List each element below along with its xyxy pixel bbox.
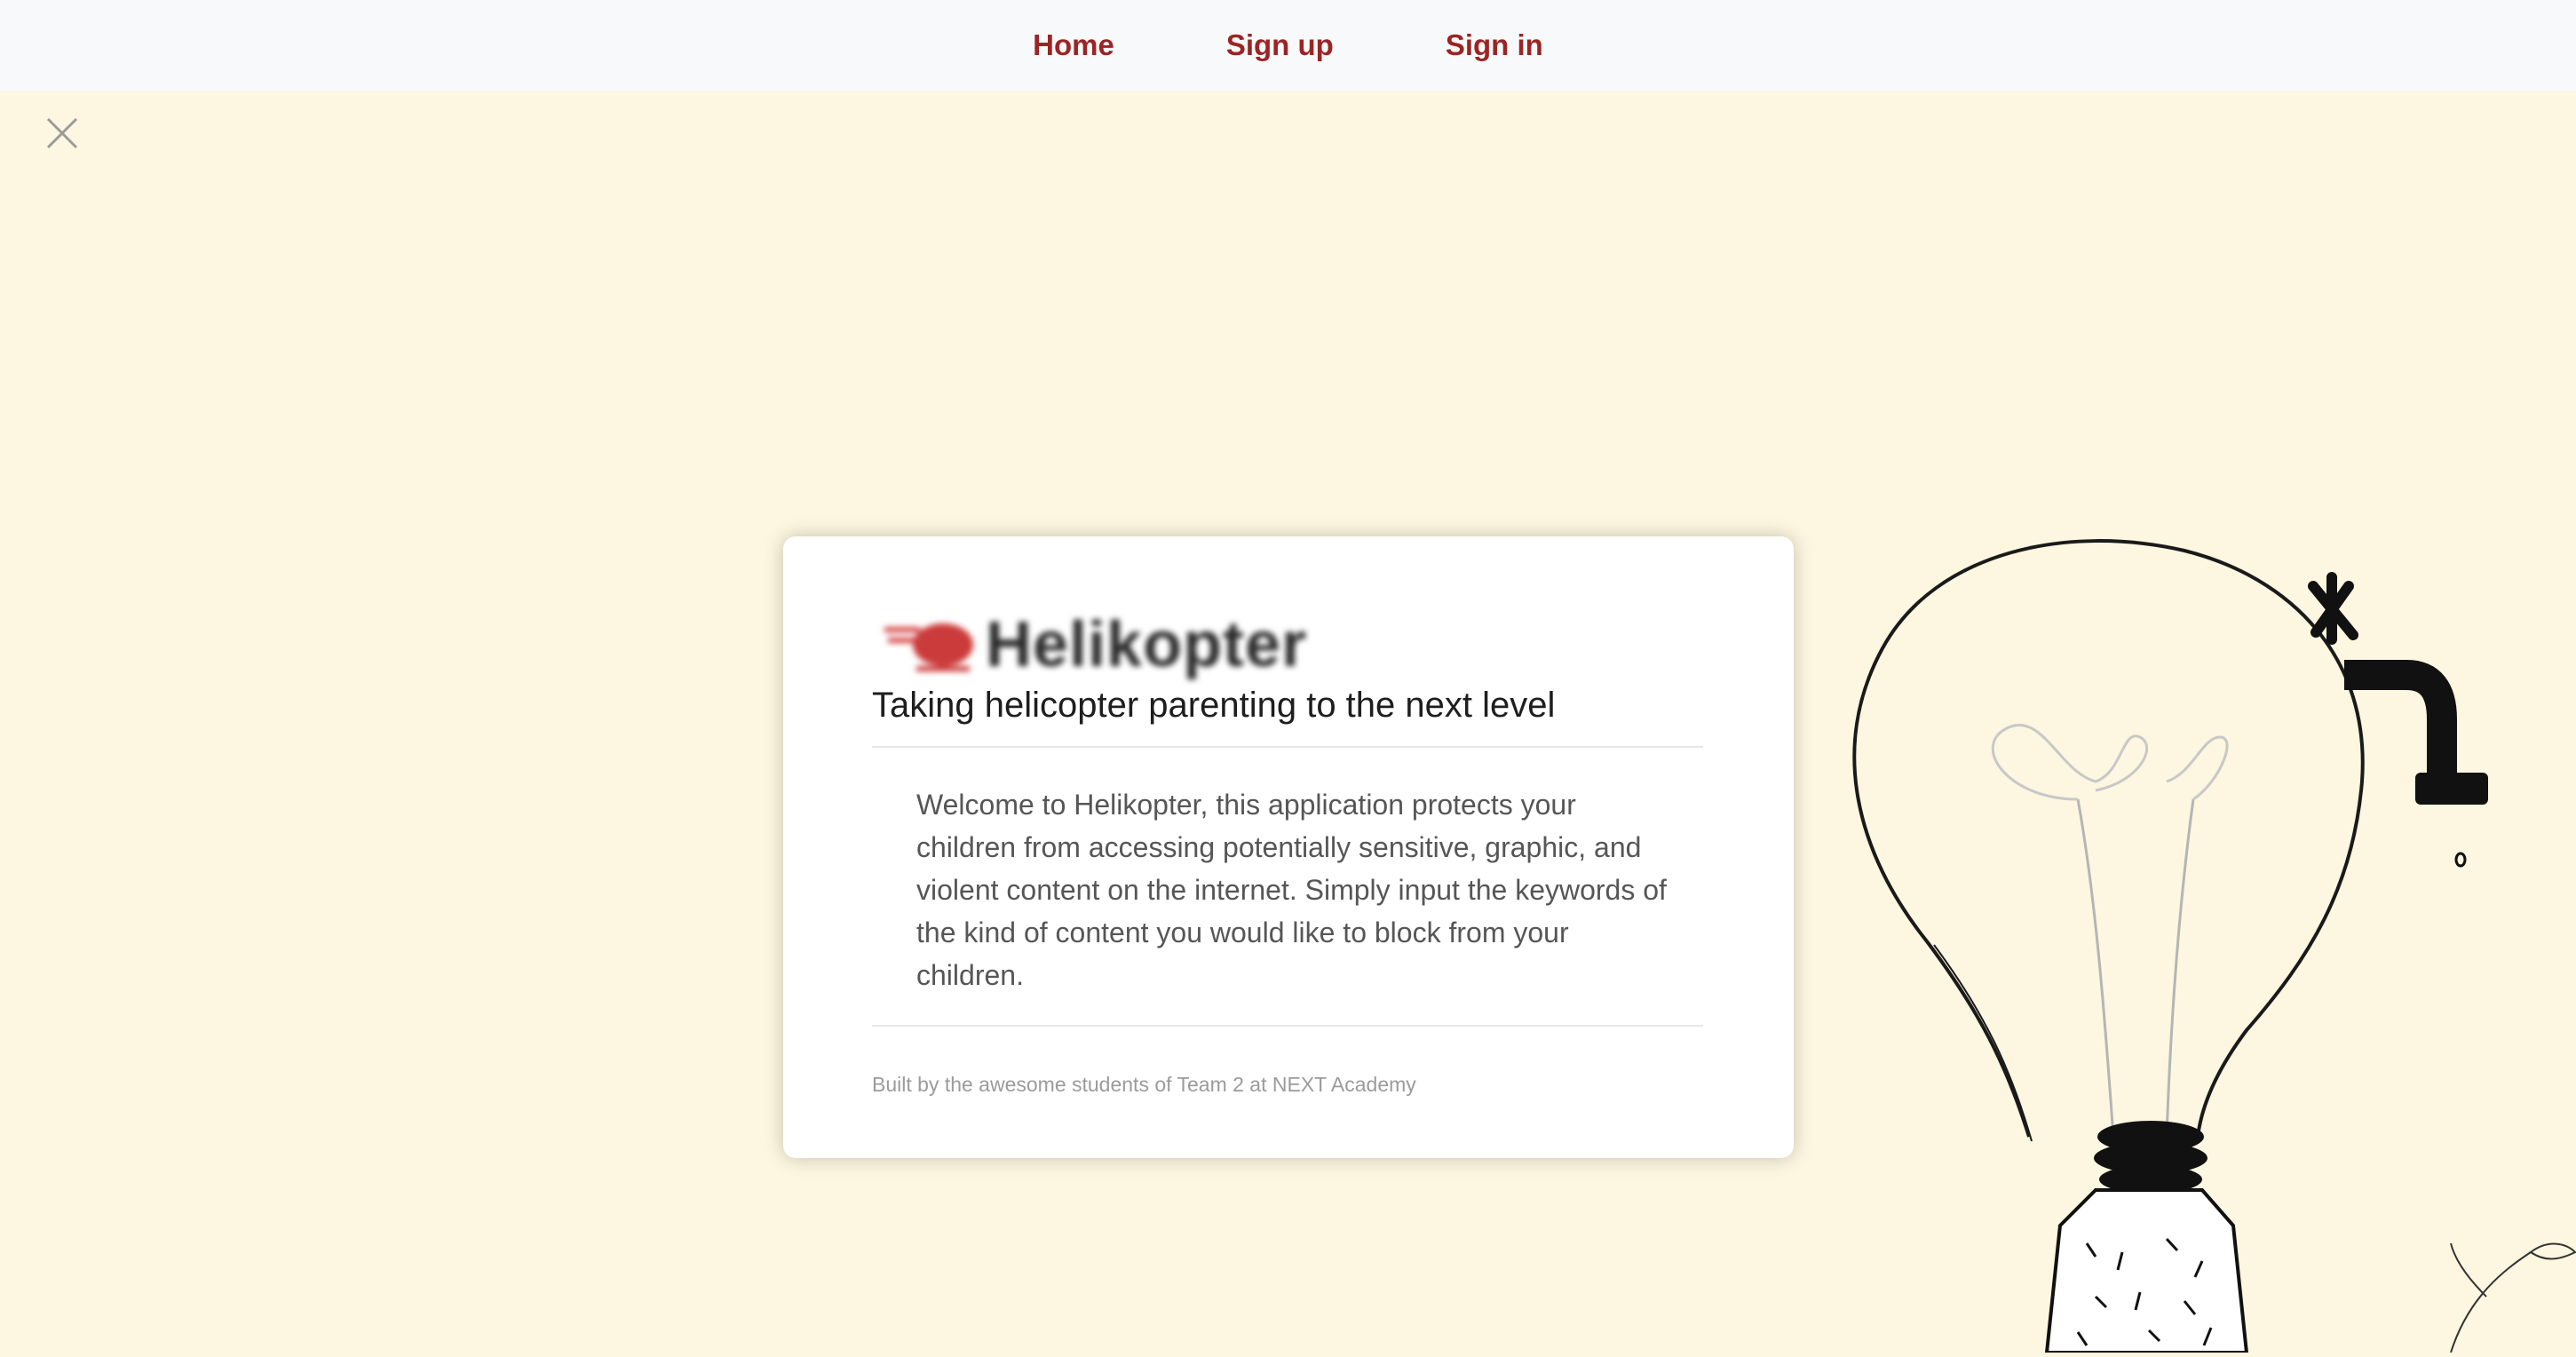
tagline: Taking helicopter parenting to the next …: [872, 686, 1556, 725]
lightbulb-helicopter-illustration: [1829, 515, 2576, 1354]
helikopter-logo: Helikopter: [881, 609, 1325, 680]
close-icon[interactable]: [43, 114, 82, 153]
nav-home-link[interactable]: Home: [1033, 28, 1114, 62]
nav-signup-link[interactable]: Sign up: [1226, 28, 1334, 62]
top-nav: Home Sign up Sign in: [0, 0, 2576, 91]
helicopter-logo-icon: [884, 623, 973, 671]
logo-text: Helikopter: [986, 609, 1308, 680]
footer-credit: Built by the awesome students of Team 2 …: [872, 1073, 1416, 1096]
divider-bottom: [872, 1025, 1703, 1027]
welcome-card: Helikopter Taking helicopter parenting t…: [783, 536, 1794, 1158]
divider-top: [872, 746, 1703, 748]
nav-signin-link[interactable]: Sign in: [1446, 28, 1543, 62]
description: Welcome to Helikopter, this application …: [916, 789, 1667, 991]
